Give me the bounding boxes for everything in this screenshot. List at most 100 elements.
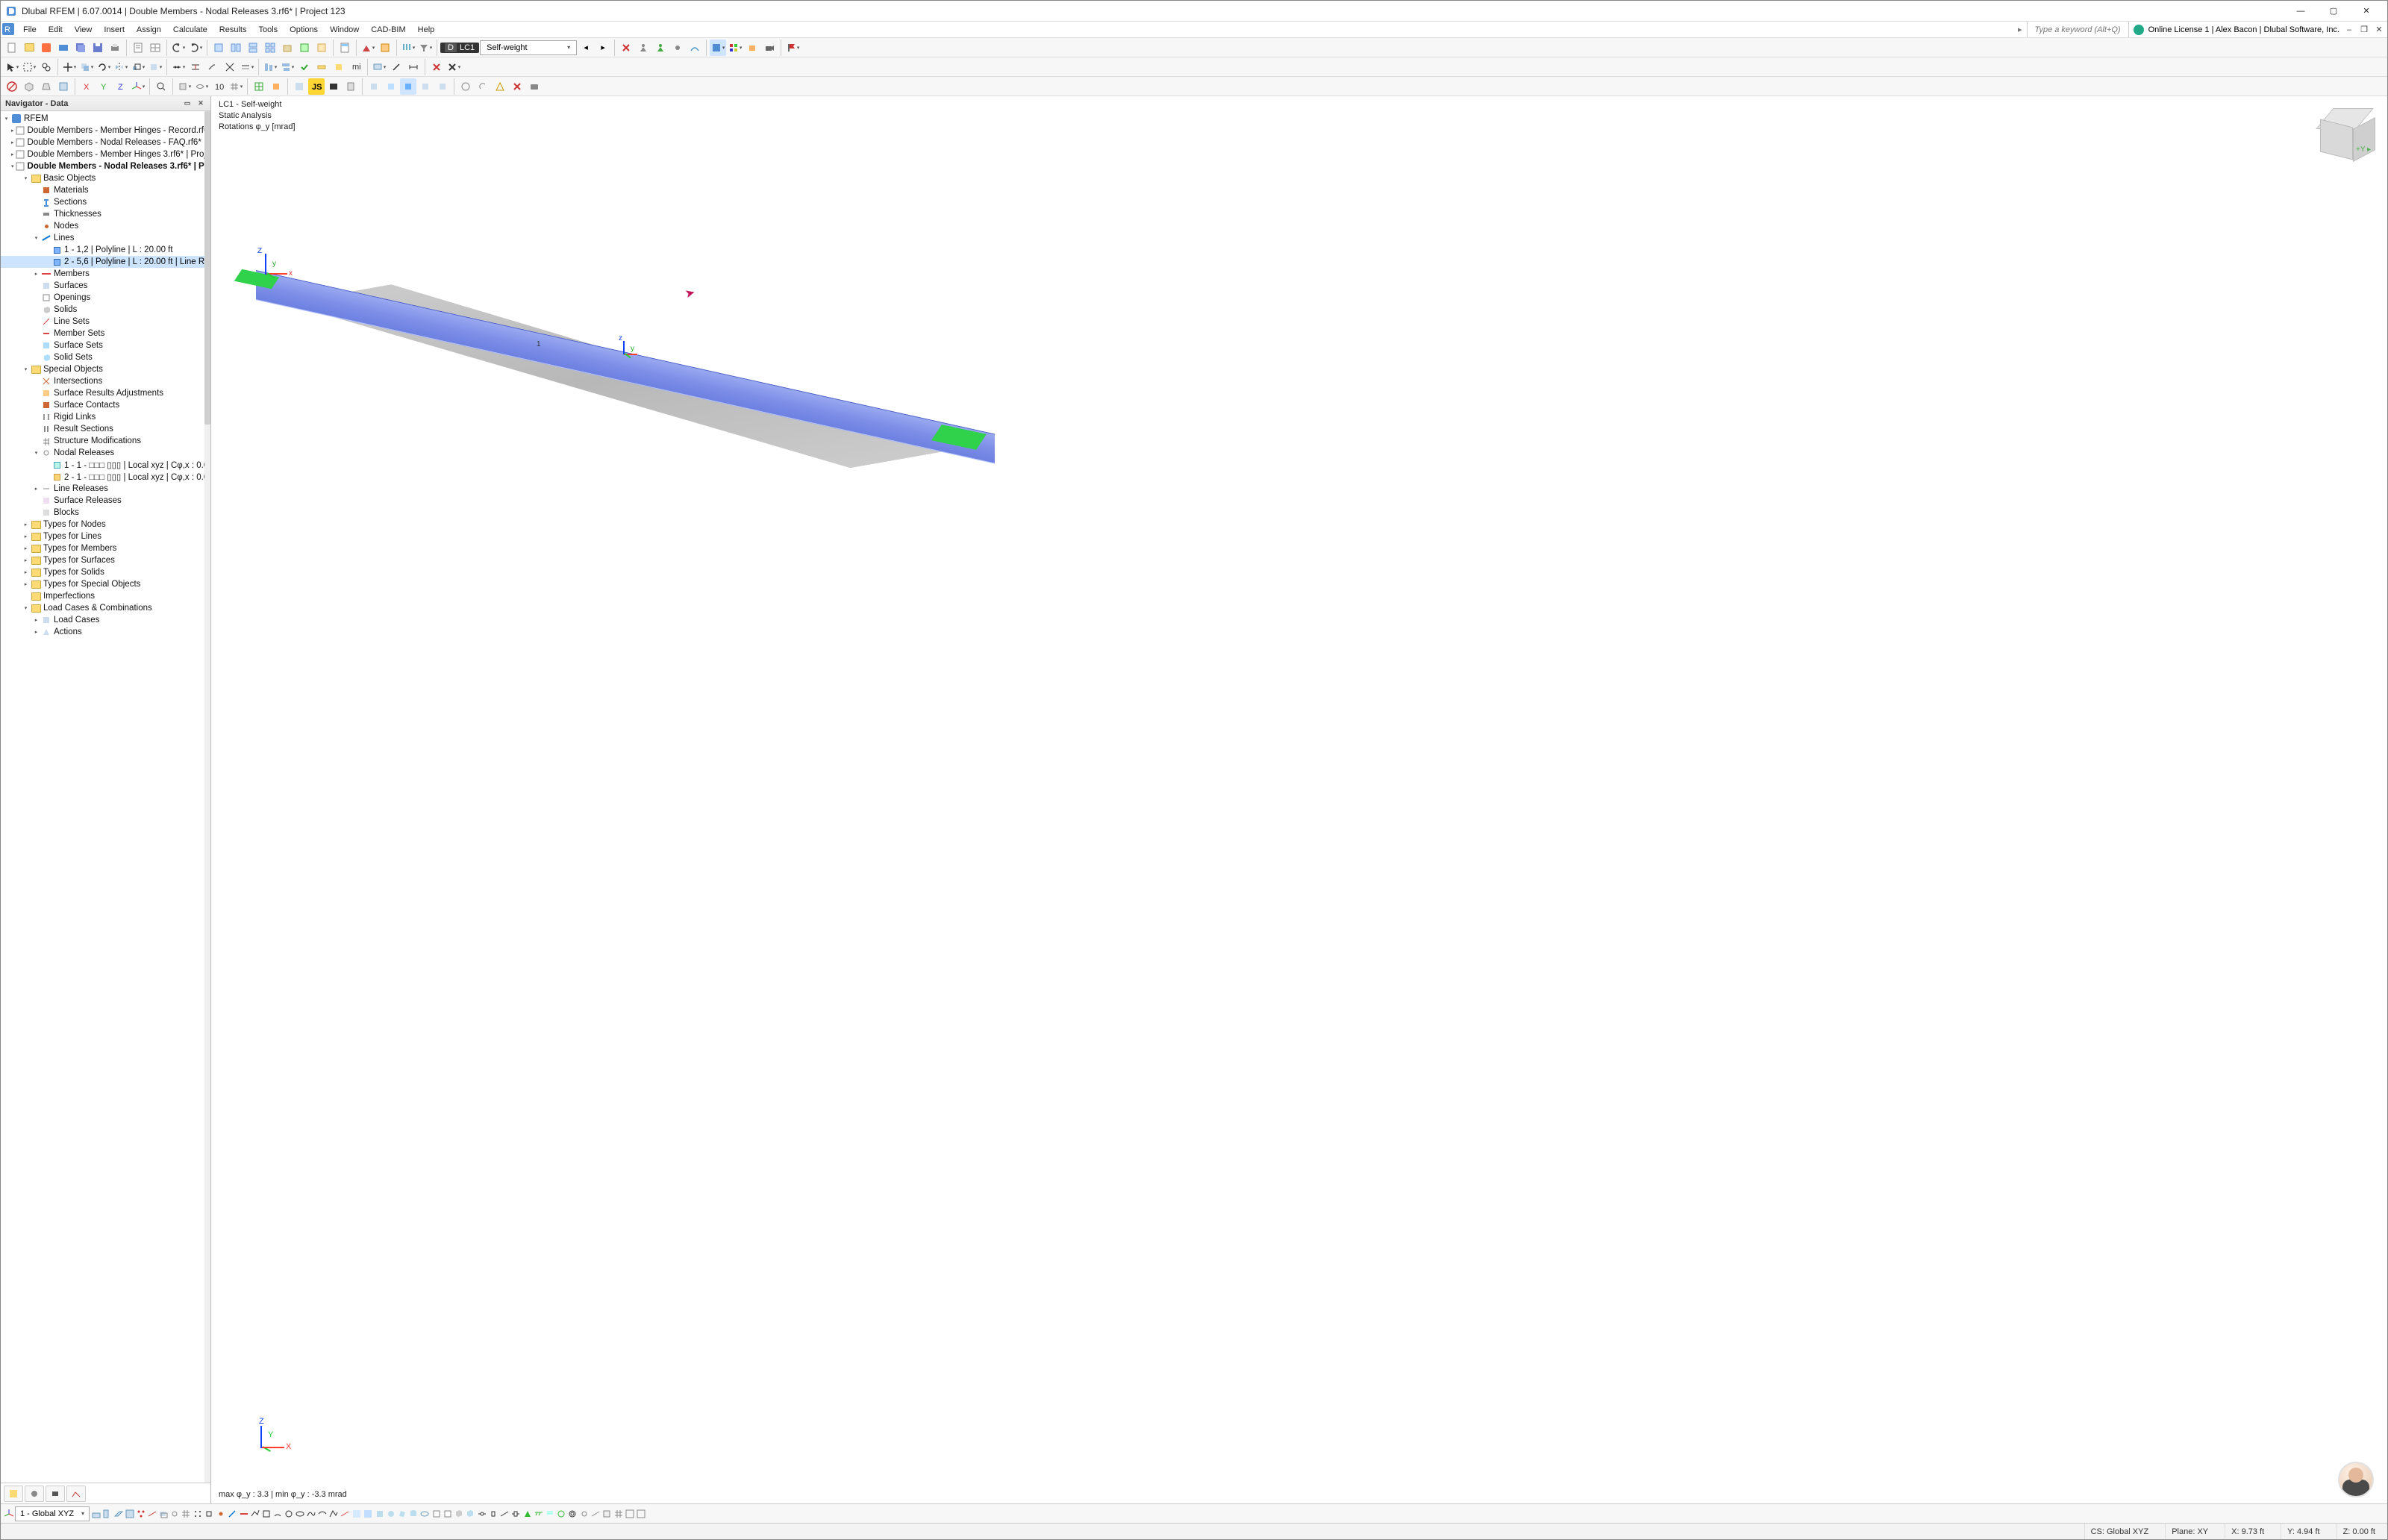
script-block-button[interactable] <box>291 78 307 95</box>
window-4-button[interactable] <box>262 40 278 56</box>
support-edit-button[interactable] <box>652 40 669 56</box>
viewcube[interactable]: +Y ▸ <box>2317 107 2377 169</box>
expand-icon[interactable]: ▸ <box>22 533 30 541</box>
menu-help[interactable]: Help <box>412 22 441 37</box>
view-xyz-button[interactable] <box>130 78 146 95</box>
expand-icon[interactable]: ▾ <box>22 366 30 374</box>
sup-circ-button[interactable] <box>556 1509 566 1519</box>
flag-button[interactable] <box>784 40 801 56</box>
zoom-fit-button[interactable] <box>153 78 169 95</box>
view-iso-button[interactable] <box>21 78 37 95</box>
draw-line-button[interactable] <box>227 1509 237 1519</box>
expand-icon[interactable]: ▾ <box>32 449 40 457</box>
tree-thicknesses[interactable]: Thicknesses <box>54 210 101 219</box>
draw-nurbs-button[interactable] <box>317 1509 328 1519</box>
dim-tool-button[interactable] <box>405 59 422 75</box>
draw-ellipse-button[interactable] <box>295 1509 305 1519</box>
tree-model-2[interactable]: Double Members - Member Hinges 3.rf6* | … <box>28 150 210 159</box>
calculate-button[interactable] <box>337 40 353 56</box>
select-rect-button[interactable] <box>21 59 37 75</box>
check-button[interactable] <box>296 59 313 75</box>
tree-tfs[interactable]: Types for Surfaces <box>43 556 115 565</box>
nav-tab-display[interactable] <box>25 1486 44 1502</box>
draw-more-button[interactable] <box>328 1509 339 1519</box>
err-button[interactable] <box>509 78 525 95</box>
script-console-button[interactable] <box>325 78 342 95</box>
nav-close-button[interactable]: ✕ <box>196 98 206 109</box>
tree-intersections[interactable]: Intersections <box>54 377 102 386</box>
tree-tfm[interactable]: Types for Members <box>43 544 116 553</box>
tree-tfspo[interactable]: Types for Special Objects <box>43 580 140 589</box>
menu-options[interactable]: Options <box>284 22 324 37</box>
isolate-button[interactable] <box>176 78 193 95</box>
mirror-button[interactable] <box>113 59 129 75</box>
surf-poly-button[interactable] <box>397 1509 407 1519</box>
expand-icon[interactable]: ▸ <box>32 616 40 625</box>
tree-surfacesets[interactable]: Surface Sets <box>54 341 103 350</box>
tree-nodalreleases[interactable]: Nodal Releases <box>54 448 114 457</box>
expand-icon[interactable]: ▸ <box>11 127 14 135</box>
render-button[interactable] <box>744 40 760 56</box>
tree-basic-objects[interactable]: Basic Objects <box>43 174 96 183</box>
tree-line-1[interactable]: 1 - 1,2 | Polyline | L : 20.00 ft <box>64 245 173 254</box>
extrude-button[interactable] <box>147 59 163 75</box>
surf-circ-button[interactable] <box>386 1509 396 1519</box>
mesh-refine-button[interactable] <box>268 78 284 95</box>
select-button[interactable] <box>4 59 20 75</box>
sup-ring-button[interactable] <box>567 1509 578 1519</box>
tree-imp[interactable]: Imperfections <box>43 592 95 601</box>
maximize-button[interactable]: ▢ <box>2317 1 2350 22</box>
model-manager-button[interactable] <box>55 40 72 56</box>
tree-tfso[interactable]: Types for Solids <box>43 568 104 577</box>
view-x-button[interactable]: X <box>78 78 95 95</box>
draw-arc-button[interactable] <box>272 1509 283 1519</box>
window-tile-v-button[interactable] <box>228 40 244 56</box>
tree-resultsections[interactable]: Result Sections <box>54 425 113 433</box>
assistant-avatar[interactable] <box>2338 1462 2374 1497</box>
sup-line-button[interactable] <box>534 1509 544 1519</box>
support-view-button[interactable] <box>635 40 651 56</box>
tree-model-0[interactable]: Double Members - Member Hinges - Record.… <box>28 126 210 135</box>
rel-line-button[interactable] <box>590 1509 601 1519</box>
tree-nr-1[interactable]: 1 - 1 - □□□ ▯▯▯ | Local xyz | Cφ,x : 0.0… <box>64 460 210 470</box>
grid3-button[interactable] <box>636 1509 646 1519</box>
offset-button[interactable] <box>239 59 255 75</box>
info-button[interactable] <box>457 78 474 95</box>
warn-button[interactable] <box>492 78 508 95</box>
mesh-button[interactable] <box>251 78 267 95</box>
tree-scrollbar[interactable] <box>204 111 210 1483</box>
window-gl-button[interactable] <box>296 40 313 56</box>
extend-button[interactable] <box>204 59 221 75</box>
line-tool-button[interactable] <box>388 59 404 75</box>
pin-delete-button[interactable] <box>618 40 634 56</box>
hinge-2-button[interactable] <box>488 1509 498 1519</box>
save-button[interactable] <box>90 40 106 56</box>
nav-tab-data[interactable] <box>4 1486 23 1502</box>
open-1-button[interactable] <box>431 1509 442 1519</box>
loads-toggle-button[interactable] <box>400 40 416 56</box>
tree-membersets[interactable]: Member Sets <box>54 329 104 338</box>
draw-member-button[interactable] <box>239 1509 249 1519</box>
lc-prev-button[interactable]: ◂ <box>578 40 594 56</box>
snap-obj-button[interactable] <box>204 1509 214 1519</box>
tree-tfn[interactable]: Types for Nodes <box>43 520 106 529</box>
open-button[interactable] <box>21 40 37 56</box>
cancel-view-button[interactable] <box>4 78 20 95</box>
vo-1-button[interactable] <box>366 78 382 95</box>
scale-button[interactable] <box>130 59 146 75</box>
align2-button[interactable] <box>279 59 296 75</box>
align-button[interactable] <box>262 59 278 75</box>
divide-button[interactable] <box>170 59 187 75</box>
navigator-tree[interactable]: ▾ RFEM ▸ Double Members - Member Hinges -… <box>1 111 210 1483</box>
expand-icon[interactable]: ▾ <box>32 234 40 242</box>
tree-surfacereleases[interactable]: Surface Releases <box>54 496 122 505</box>
loadcase-select[interactable]: Self-weight▾ <box>480 40 577 55</box>
rel-surf-button[interactable] <box>601 1509 612 1519</box>
tree-nodes[interactable]: Nodes <box>54 222 78 231</box>
draw-surface-1[interactable] <box>351 1509 362 1519</box>
intersect-button[interactable] <box>222 59 238 75</box>
solid-2-button[interactable] <box>465 1509 475 1519</box>
tables-button[interactable] <box>147 40 163 56</box>
snap-grid-button[interactable] <box>193 1509 203 1519</box>
tree-root[interactable]: RFEM <box>24 114 49 123</box>
